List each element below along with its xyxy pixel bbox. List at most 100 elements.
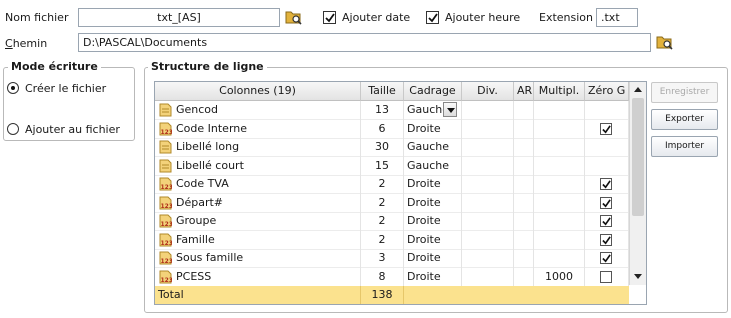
row-taille[interactable]: 3 bbox=[361, 249, 404, 268]
row-name-cell[interactable]: 123 Sous famille bbox=[155, 249, 361, 268]
row-zero-cell[interactable] bbox=[585, 230, 629, 250]
zero-g-checkbox[interactable] bbox=[600, 196, 612, 209]
row-taille[interactable]: 6 bbox=[361, 119, 404, 139]
table-row[interactable]: 123 Code Interne 6 Droite bbox=[155, 119, 629, 139]
row-name-cell[interactable]: 123 Départ# bbox=[155, 193, 361, 213]
row-name-cell[interactable]: 123 Code Interne bbox=[155, 119, 361, 139]
extension-input[interactable]: .txt bbox=[596, 8, 638, 27]
row-name-cell[interactable]: Gencod bbox=[155, 101, 361, 120]
scroll-up-icon[interactable] bbox=[634, 87, 642, 92]
col-header-ar[interactable]: AR bbox=[514, 82, 534, 101]
row-ar[interactable] bbox=[514, 101, 534, 120]
table-row[interactable]: Libellé long 30 Gauche bbox=[155, 138, 629, 157]
creer-fichier-radio[interactable] bbox=[7, 82, 19, 94]
row-taille[interactable]: 30 bbox=[361, 138, 404, 157]
row-name-cell[interactable]: Libellé long bbox=[155, 138, 361, 157]
row-zero-cell[interactable] bbox=[585, 101, 629, 120]
row-multipl[interactable] bbox=[534, 212, 585, 231]
row-multipl[interactable] bbox=[534, 175, 585, 194]
table-row[interactable]: 123 Groupe 2 Droite bbox=[155, 212, 629, 231]
row-div[interactable] bbox=[462, 212, 514, 231]
table-row[interactable]: 123 Départ# 2 Droite bbox=[155, 193, 629, 213]
row-taille[interactable]: 2 bbox=[361, 230, 404, 250]
row-multipl[interactable] bbox=[534, 138, 585, 157]
row-name-cell[interactable]: 123 Groupe bbox=[155, 212, 361, 231]
row-cadrage-cell[interactable]: Droite bbox=[404, 193, 462, 213]
exporter-button[interactable]: Exporter bbox=[651, 109, 718, 130]
row-multipl[interactable] bbox=[534, 101, 585, 120]
chemin-input[interactable]: D:\PASCAL\Documents bbox=[78, 33, 651, 52]
enregistrer-button[interactable]: Enregistrer bbox=[651, 82, 718, 103]
table-row[interactable]: 123 Famille 2 Droite bbox=[155, 230, 629, 250]
row-cadrage-cell[interactable]: Droite bbox=[404, 212, 462, 231]
row-multipl[interactable] bbox=[534, 249, 585, 268]
row-taille[interactable]: 13 bbox=[361, 101, 404, 120]
col-header-taille[interactable]: Taille bbox=[361, 82, 404, 101]
ajouter-date-checkbox[interactable] bbox=[323, 11, 336, 24]
row-cadrage-cell[interactable]: Droite bbox=[404, 267, 462, 287]
row-ar[interactable] bbox=[514, 193, 534, 213]
row-zero-cell[interactable] bbox=[585, 156, 629, 176]
nom-fichier-input[interactable]: txt_[AS] bbox=[78, 8, 280, 27]
zero-g-checkbox[interactable] bbox=[600, 252, 612, 264]
row-multipl[interactable] bbox=[534, 230, 585, 250]
row-ar[interactable] bbox=[514, 212, 534, 231]
zero-g-checkbox[interactable] bbox=[600, 270, 612, 283]
row-zero-cell[interactable] bbox=[585, 175, 629, 194]
row-cadrage-cell[interactable]: Droite bbox=[404, 249, 462, 268]
row-div[interactable] bbox=[462, 193, 514, 213]
ajouter-heure-checkbox[interactable] bbox=[426, 11, 439, 24]
row-cadrage-cell[interactable]: Droite bbox=[404, 230, 462, 250]
ajouter-fichier-radio[interactable] bbox=[7, 123, 19, 135]
row-ar[interactable] bbox=[514, 230, 534, 250]
row-taille[interactable]: 2 bbox=[361, 175, 404, 194]
row-multipl[interactable] bbox=[534, 156, 585, 176]
row-zero-cell[interactable] bbox=[585, 138, 629, 157]
zero-g-checkbox[interactable] bbox=[600, 233, 612, 246]
row-div[interactable] bbox=[462, 119, 514, 139]
zero-g-checkbox[interactable] bbox=[600, 122, 612, 135]
col-header-colonnes[interactable]: Colonnes (19) bbox=[155, 82, 361, 101]
row-multipl[interactable] bbox=[534, 193, 585, 213]
row-cadrage-cell[interactable]: Gauche bbox=[404, 138, 462, 157]
table-row[interactable]: 123 Sous famille 3 Droite bbox=[155, 249, 629, 268]
row-zero-cell[interactable] bbox=[585, 119, 629, 139]
row-div[interactable] bbox=[462, 156, 514, 176]
row-cadrage-cell[interactable]: Gauche bbox=[404, 156, 462, 176]
row-name-cell[interactable]: Libellé court bbox=[155, 156, 361, 176]
row-multipl[interactable]: 1000 bbox=[534, 267, 585, 287]
browse-folder-icon[interactable] bbox=[285, 9, 303, 25]
col-header-div[interactable]: Div. bbox=[462, 82, 514, 101]
table-row[interactable]: 123 Code TVA 2 Droite bbox=[155, 175, 629, 194]
row-taille[interactable]: 8 bbox=[361, 267, 404, 287]
row-ar[interactable] bbox=[514, 156, 534, 176]
row-cadrage-cell[interactable]: Gauche bbox=[404, 101, 462, 120]
scroll-thumb[interactable] bbox=[632, 98, 644, 216]
zero-g-checkbox[interactable] bbox=[600, 215, 612, 227]
row-cadrage-cell[interactable]: Droite bbox=[404, 119, 462, 139]
row-ar[interactable] bbox=[514, 138, 534, 157]
row-zero-cell[interactable] bbox=[585, 249, 629, 268]
browse-path-icon[interactable] bbox=[656, 34, 674, 50]
row-zero-cell[interactable] bbox=[585, 212, 629, 231]
row-div[interactable] bbox=[462, 230, 514, 250]
row-name-cell[interactable]: 123 PCESS bbox=[155, 267, 361, 287]
table-row[interactable]: 123 PCESS 8 Droite 1000 bbox=[155, 267, 629, 287]
scroll-down-icon[interactable] bbox=[634, 274, 642, 279]
importer-button[interactable]: Importer bbox=[651, 136, 718, 157]
col-header-zero[interactable]: Zéro G bbox=[585, 82, 629, 101]
col-header-multipl[interactable]: Multipl. bbox=[534, 82, 585, 101]
row-taille[interactable]: 15 bbox=[361, 156, 404, 176]
row-cadrage-cell[interactable]: Droite bbox=[404, 175, 462, 194]
row-multipl[interactable] bbox=[534, 119, 585, 139]
row-zero-cell[interactable] bbox=[585, 267, 629, 287]
row-div[interactable] bbox=[462, 267, 514, 287]
row-div[interactable] bbox=[462, 101, 514, 120]
row-taille[interactable]: 2 bbox=[361, 212, 404, 231]
cadrage-dropdown-icon[interactable] bbox=[443, 102, 457, 117]
row-div[interactable] bbox=[462, 138, 514, 157]
table-scrollbar[interactable] bbox=[629, 82, 646, 285]
row-div[interactable] bbox=[462, 249, 514, 268]
col-header-cadrage[interactable]: Cadrage bbox=[404, 82, 462, 101]
row-ar[interactable] bbox=[514, 267, 534, 287]
